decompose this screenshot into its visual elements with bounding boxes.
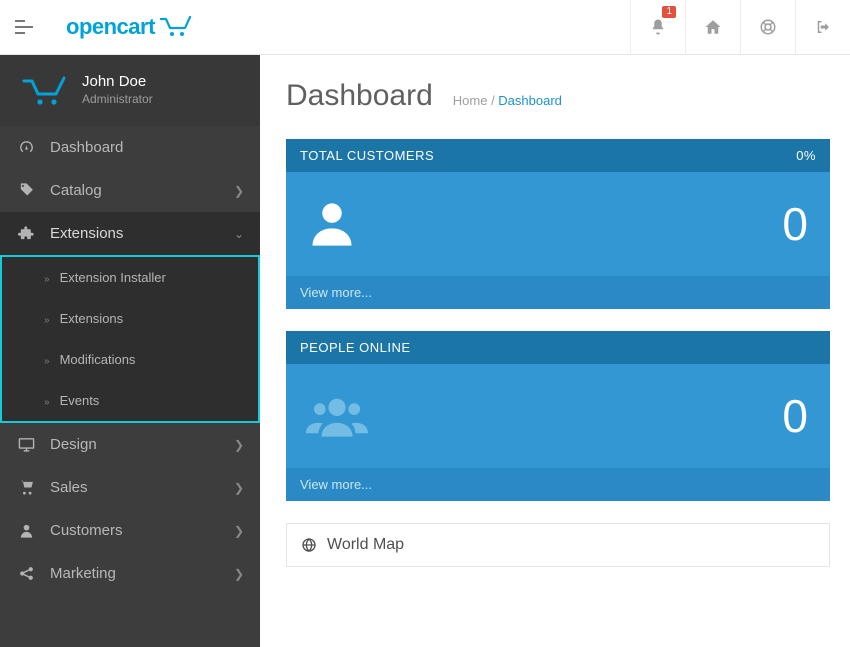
logout-button[interactable] [795, 0, 850, 55]
title-row: Dashboard Home / Dashboard [286, 79, 830, 113]
notifications-button[interactable]: 1 [630, 0, 685, 55]
globe-icon [301, 537, 317, 553]
chevron-down-icon: ⌄ [234, 227, 244, 241]
card-view-more[interactable]: View more... [286, 276, 830, 309]
sidebar-item-label: Catalog [50, 182, 102, 199]
cart-icon [22, 76, 66, 104]
notification-badge: 1 [662, 6, 676, 18]
profile-block: John Doe Administrator [0, 55, 260, 126]
sidebar-item-label: Design [50, 436, 97, 453]
bell-icon [649, 18, 667, 36]
sidebar-item-label: Extensions [50, 225, 123, 242]
crumb-current[interactable]: Dashboard [498, 93, 562, 108]
sidebar-subitem-events[interactable]: » Events [2, 380, 258, 421]
breadcrumb: Home / Dashboard [453, 93, 562, 108]
card-header: TOTAL CUSTOMERS 0% [286, 139, 830, 172]
puzzle-icon [18, 225, 40, 242]
menu-icon [15, 20, 33, 34]
chevron-right-icon: ❯ [234, 438, 244, 452]
card-value: 0 [782, 197, 808, 251]
chevron-right-icon: ❯ [234, 567, 244, 581]
card-title: TOTAL CUSTOMERS [300, 148, 434, 163]
card-people-online: PEOPLE ONLINE 0 View more... [286, 331, 830, 501]
card-total-customers: TOTAL CUSTOMERS 0% 0 View more... [286, 139, 830, 309]
life-ring-icon [759, 18, 777, 36]
sidebar-item-design[interactable]: Design ❯ [0, 423, 260, 466]
angle-icon: » [44, 397, 50, 408]
nav-list-lower: Design ❯ Sales ❯ Customers ❯ Marketing ❯ [0, 423, 260, 595]
card-title: PEOPLE ONLINE [300, 340, 411, 355]
card-value: 0 [782, 389, 808, 443]
logout-icon [814, 18, 832, 36]
crumb-sep: / [487, 93, 498, 108]
sidebar-subitem-label: Extension Installer [60, 270, 166, 285]
chevron-right-icon: ❯ [234, 184, 244, 198]
users-icon [306, 391, 368, 441]
extensions-submenu: » Extension Installer » Extensions » Modifi… [0, 255, 260, 423]
angle-icon: » [44, 356, 50, 367]
page-title: Dashboard [286, 79, 433, 113]
home-icon [704, 18, 722, 36]
user-icon [18, 522, 40, 539]
sidebar-subitem-modifications[interactable]: » Modifications [2, 339, 258, 380]
share-icon [18, 565, 40, 582]
cart-icon [160, 16, 194, 38]
chevron-right-icon: ❯ [234, 524, 244, 538]
user-icon [306, 198, 358, 250]
nav-list: Dashboard Catalog ❯ Extensions ⌄ [0, 126, 260, 255]
card-header: World Map [287, 524, 829, 566]
sidebar-subitem-installer[interactable]: » Extension Installer [2, 257, 258, 298]
card-world-map: World Map [286, 523, 830, 567]
sidebar-subitem-label: Modifications [60, 352, 136, 367]
sidebar-item-customers[interactable]: Customers ❯ [0, 509, 260, 552]
card-view-more[interactable]: View more... [286, 468, 830, 501]
sidebar-subitem-extensions[interactable]: » Extensions [2, 298, 258, 339]
card-body: 0 [286, 172, 830, 276]
monitor-icon [18, 436, 40, 453]
sidebar-item-dashboard[interactable]: Dashboard [0, 126, 260, 169]
main-content: Dashboard Home / Dashboard TOTAL CUSTOME… [260, 55, 850, 647]
sidebar-subitem-label: Events [60, 393, 100, 408]
profile-name: John Doe [82, 73, 153, 90]
sidebar-item-label: Dashboard [50, 139, 123, 156]
top-header: opencart 1 [0, 0, 850, 55]
help-button[interactable] [740, 0, 795, 55]
card-header: PEOPLE ONLINE [286, 331, 830, 364]
card-percent: 0% [796, 148, 816, 163]
logo[interactable]: opencart [66, 14, 194, 40]
card-title: World Map [327, 536, 404, 554]
menu-toggle-button[interactable] [0, 0, 48, 55]
angle-icon: » [44, 274, 50, 285]
sidebar: John Doe Administrator Dashboard Catalog… [0, 55, 260, 647]
sidebar-item-label: Sales [50, 479, 88, 496]
sidebar-item-extensions[interactable]: Extensions ⌄ [0, 212, 260, 255]
gauge-icon [18, 139, 40, 156]
sidebar-item-marketing[interactable]: Marketing ❯ [0, 552, 260, 595]
cart-icon [18, 479, 40, 496]
card-body: 0 [286, 364, 830, 468]
sidebar-item-sales[interactable]: Sales ❯ [0, 466, 260, 509]
angle-icon: » [44, 315, 50, 326]
tag-icon [18, 182, 40, 199]
sidebar-item-label: Marketing [50, 565, 116, 582]
chevron-right-icon: ❯ [234, 481, 244, 495]
sidebar-item-label: Customers [50, 522, 123, 539]
profile-role: Administrator [82, 92, 153, 106]
logo-text: opencart [66, 14, 155, 40]
header-actions: 1 [630, 0, 850, 55]
home-button[interactable] [685, 0, 740, 55]
crumb-home[interactable]: Home [453, 93, 488, 108]
sidebar-subitem-label: Extensions [60, 311, 124, 326]
sidebar-item-catalog[interactable]: Catalog ❯ [0, 169, 260, 212]
